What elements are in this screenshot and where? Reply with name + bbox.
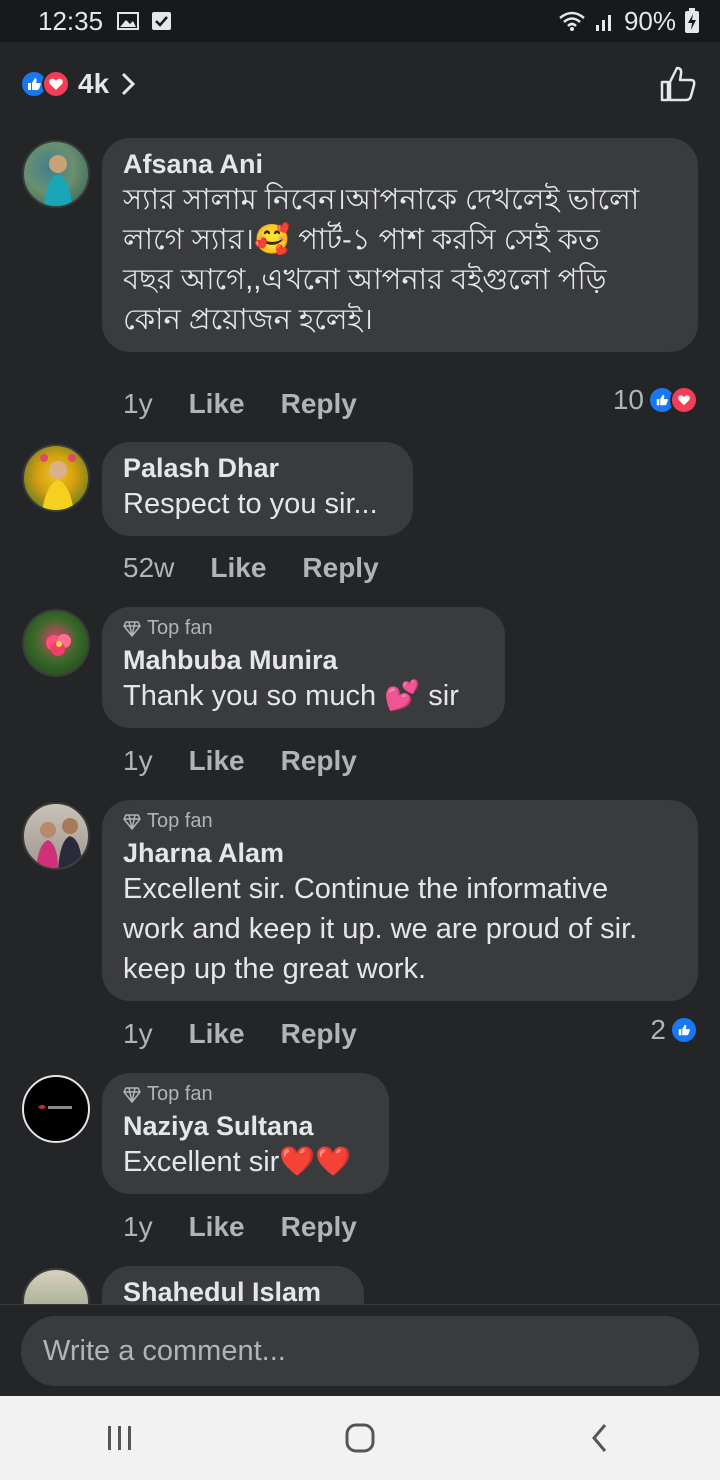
comment-actions: 1y Like Reply [123, 388, 357, 420]
comment-bubble[interactable]: Top fan Naziya Sultana Excellent sir❤️❤️ [102, 1073, 389, 1194]
wifi-icon [559, 11, 585, 31]
flower-icon [46, 634, 71, 656]
like-button[interactable]: Like [189, 388, 245, 420]
signal-icon [595, 15, 611, 31]
status-time: 12:35 [38, 5, 104, 36]
avatar-figure-icon [44, 155, 72, 206]
system-nav-bar [0, 1396, 720, 1480]
reply-button[interactable]: Reply [302, 552, 378, 584]
top-fan-badge: Top fan [123, 810, 676, 833]
comment-text-line: বছর আগে,,এখনো আপনার বইগুলো পড়ি [123, 264, 607, 296]
top-fan-label: Top fan [147, 617, 213, 639]
status-bar: 12:35 90% [0, 0, 720, 42]
status-right: 90% [558, 6, 700, 37]
comment-reactions[interactable]: 2 [650, 1014, 698, 1046]
comment-author[interactable]: Mahbuba Munira [123, 644, 483, 676]
like-button[interactable]: Like [189, 1018, 245, 1050]
avatar[interactable] [22, 1268, 90, 1304]
top-fan-label: Top fan [147, 1083, 213, 1105]
comment-actions: 1y Like Reply [123, 1018, 357, 1050]
avatar[interactable] [22, 1075, 90, 1143]
comment-time: 1y [123, 745, 153, 776]
comment-composer [0, 1304, 720, 1396]
like-button[interactable]: Like [210, 552, 266, 584]
avatar[interactable] [22, 140, 90, 208]
comment-bubble[interactable]: Top fan Jharna Alam Excellent sir. Conti… [102, 800, 698, 1001]
love-reaction-icon [42, 70, 70, 98]
avatar[interactable] [22, 802, 90, 870]
comment-reaction-count: 2 [650, 1014, 666, 1045]
avatar[interactable] [22, 609, 90, 677]
comment-time: 1y [123, 1018, 153, 1049]
comment-author[interactable]: Shahedul Islam [123, 1276, 342, 1304]
comment-bubble[interactable]: Palash Dhar Respect to you sir... [102, 442, 413, 536]
comment-text-line: work and keep it up. we are proud of sir… [123, 913, 638, 945]
comment-author[interactable]: Palash Dhar [123, 452, 391, 484]
reply-button[interactable]: Reply [281, 388, 357, 420]
home-icon [345, 1423, 375, 1453]
battery-percent: 90% [623, 5, 676, 36]
recent-apps-button[interactable] [90, 1408, 150, 1468]
battery-charging-icon [685, 8, 699, 33]
comment-time: 1y [123, 388, 153, 419]
reaction-count: 4k [78, 68, 110, 99]
like-button[interactable]: Like [189, 745, 245, 777]
reply-button[interactable]: Reply [281, 1018, 357, 1050]
reply-button[interactable]: Reply [281, 745, 357, 777]
diamond-icon [123, 1086, 141, 1103]
comment-actions: 52w Like Reply [123, 552, 379, 584]
like-button[interactable]: Like [189, 1211, 245, 1243]
back-button[interactable] [570, 1408, 630, 1468]
comment-text-line: keep up the great work. [123, 953, 427, 985]
comment-actions: 1y Like Reply [123, 745, 357, 777]
reply-button[interactable]: Reply [281, 1211, 357, 1243]
comment-text-line: স্যার সালাম নিবেন।আপনাকে দেখলেই ভালো [123, 184, 640, 216]
recent-apps-icon [108, 1426, 131, 1450]
reactions-header: 4k [0, 42, 720, 126]
chevron-right-icon [122, 72, 136, 96]
comment-text-line: লাগে স্যার।🥰 পার্ট-১ পাশ করসি সেই কত [123, 224, 600, 256]
comment-text-line: Respect to you sir... [123, 488, 378, 520]
comment-bubble[interactable]: Shahedul Islam [102, 1266, 364, 1304]
avatar[interactable] [22, 444, 90, 512]
comment-author[interactable]: Afsana Ani [123, 148, 676, 180]
comment-input[interactable] [21, 1316, 699, 1386]
top-fan-badge: Top fan [123, 617, 483, 640]
comment-reaction-count: 10 [612, 384, 644, 415]
avatar-logo-icon [38, 1105, 72, 1109]
comment-time: 1y [123, 1211, 153, 1242]
top-fan-label: Top fan [147, 810, 213, 832]
home-button[interactable] [330, 1408, 390, 1468]
avatar-couple-icon [36, 818, 82, 868]
comment-actions: 1y Like Reply [123, 1211, 357, 1243]
reactions-summary[interactable]: 4k [20, 68, 137, 100]
checkbox-notification-icon [152, 12, 172, 30]
comment-text-line: Excellent sir. Continue the informative [123, 873, 609, 905]
back-icon [592, 1424, 607, 1452]
comment-text-line: কোন প্রয়োজন হলেই। [123, 304, 373, 336]
comment-author[interactable]: Naziya Sultana [123, 1110, 367, 1142]
comments-list[interactable]: Afsana Ani স্যার সালাম নিবেন।আপনাকে দেখল… [0, 126, 720, 1304]
diamond-icon [123, 620, 141, 637]
comment-author[interactable]: Jharna Alam [123, 837, 676, 869]
comment-bubble[interactable]: Top fan Mahbuba Munira Thank you so much… [102, 607, 505, 728]
top-fan-badge: Top fan [123, 1083, 367, 1106]
comment-bubble[interactable]: Afsana Ani স্যার সালাম নিবেন।আপনাকে দেখল… [102, 138, 698, 352]
comment-text-line: Thank you so much 💕 sir [123, 680, 459, 712]
like-post-button[interactable] [656, 62, 700, 106]
diamond-icon [123, 813, 141, 830]
comment-time: 52w [123, 552, 175, 583]
avatar-figure-icon [40, 454, 76, 510]
comment-text-line: Excellent sir❤️❤️ [123, 1146, 352, 1178]
love-reaction-icon [670, 386, 698, 414]
gallery-icon [117, 12, 140, 30]
like-reaction-icon [670, 1016, 698, 1044]
comment-reactions[interactable]: 10 [613, 384, 698, 416]
